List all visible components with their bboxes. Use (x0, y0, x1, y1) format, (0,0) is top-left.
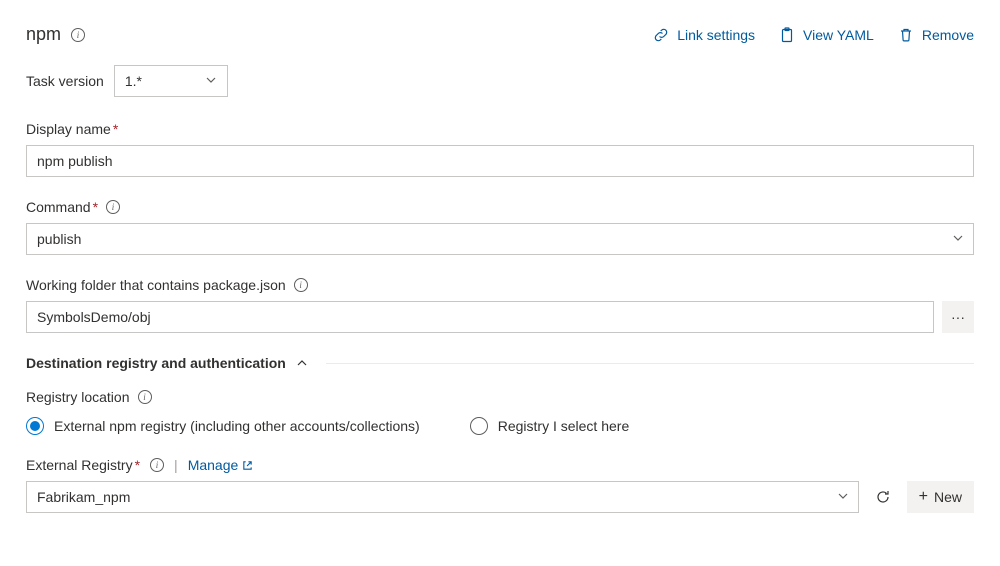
ellipsis-icon: ··· (951, 309, 965, 325)
command-value[interactable] (26, 223, 974, 255)
section-divider (326, 363, 974, 364)
display-name-label: Display name (26, 121, 111, 137)
new-label: New (934, 489, 962, 505)
task-version-select[interactable]: 1.* (114, 65, 228, 97)
info-icon[interactable]: i (106, 200, 120, 214)
title-group: npm i (26, 24, 85, 45)
plus-icon: + (919, 488, 928, 506)
view-yaml-button[interactable]: View YAML (779, 27, 874, 43)
new-button[interactable]: + New (907, 481, 974, 513)
remove-button[interactable]: Remove (898, 27, 974, 43)
task-version-value: 1.* (125, 73, 142, 89)
external-registry-label: External Registry (26, 457, 133, 473)
section-destination-auth[interactable]: Destination registry and authentication (26, 355, 974, 371)
external-registry-select[interactable] (26, 481, 859, 513)
external-link-icon (242, 460, 253, 471)
refresh-button[interactable] (867, 481, 899, 513)
required-asterisk: * (93, 199, 98, 215)
task-title: npm (26, 24, 61, 45)
view-yaml-label: View YAML (803, 27, 874, 43)
info-icon[interactable]: i (71, 28, 85, 42)
radio-icon (26, 417, 44, 435)
external-registry-value[interactable] (26, 481, 859, 513)
display-name-input[interactable] (26, 145, 974, 177)
radio-external-label: External npm registry (including other a… (54, 418, 420, 434)
link-settings-label: Link settings (677, 27, 755, 43)
registry-location-label: Registry location (26, 389, 130, 405)
registry-location-label-row: Registry location i (26, 389, 974, 405)
link-settings-button[interactable]: Link settings (653, 27, 755, 43)
refresh-icon (875, 489, 891, 505)
registry-location-radios: External npm registry (including other a… (26, 417, 974, 435)
working-folder-group: Working folder that contains package.jso… (26, 277, 974, 333)
registry-location-group: Registry location i External npm registr… (26, 389, 974, 435)
required-asterisk: * (135, 457, 140, 473)
section-title: Destination registry and authentication (26, 355, 286, 371)
trash-icon (898, 27, 914, 43)
working-folder-label: Working folder that contains package.jso… (26, 277, 286, 293)
manage-label: Manage (188, 457, 239, 473)
manage-link[interactable]: Manage (188, 457, 254, 473)
radio-select-here[interactable]: Registry I select here (470, 417, 630, 435)
link-icon (653, 27, 669, 43)
radio-external-registry[interactable]: External npm registry (including other a… (26, 417, 420, 435)
working-folder-input[interactable] (26, 301, 934, 333)
chevron-down-icon (205, 73, 217, 89)
radio-select-here-label: Registry I select here (498, 418, 630, 434)
browse-button[interactable]: ··· (942, 301, 974, 333)
remove-label: Remove (922, 27, 974, 43)
display-name-group: Display name* (26, 121, 974, 177)
required-asterisk: * (113, 121, 118, 137)
external-registry-group: External Registry* i | Manage + New (26, 457, 974, 513)
task-version-label: Task version (26, 73, 104, 89)
command-group: Command* i (26, 199, 974, 255)
info-icon[interactable]: i (294, 278, 308, 292)
header-actions: Link settings View YAML Remove (653, 27, 974, 43)
external-registry-label-row: External Registry* i | Manage (26, 457, 974, 473)
task-version-row: Task version 1.* (26, 65, 974, 97)
clipboard-icon (779, 27, 795, 43)
task-header: npm i Link settings View YAML Remove (26, 24, 974, 45)
vertical-divider: | (174, 457, 178, 473)
command-label-row: Command* i (26, 199, 974, 215)
command-label: Command (26, 199, 91, 215)
chevron-up-icon (296, 357, 308, 369)
working-folder-label-row: Working folder that contains package.jso… (26, 277, 974, 293)
display-name-label-row: Display name* (26, 121, 974, 137)
info-icon[interactable]: i (150, 458, 164, 472)
info-icon[interactable]: i (138, 390, 152, 404)
radio-icon (470, 417, 488, 435)
command-select[interactable] (26, 223, 974, 255)
